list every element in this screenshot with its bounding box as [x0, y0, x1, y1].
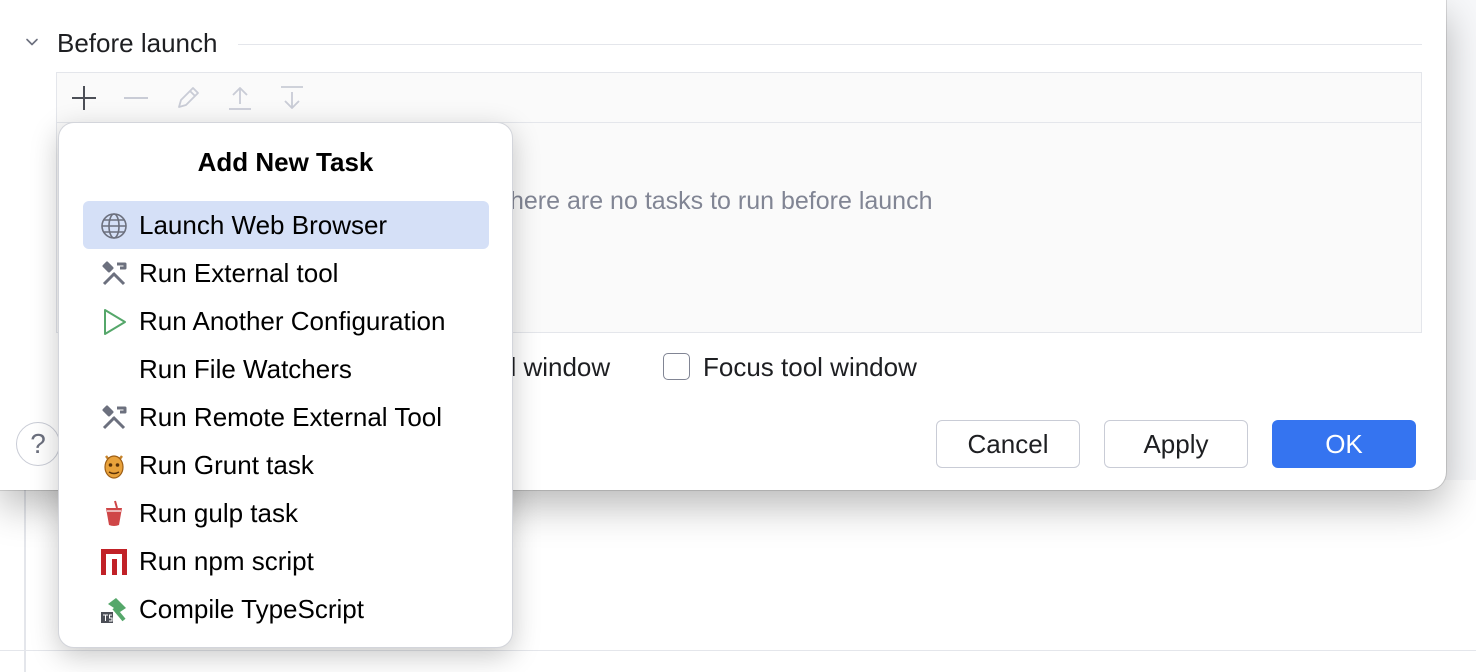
tools-icon — [99, 403, 129, 433]
remove-task-button[interactable] — [121, 83, 151, 113]
empty-tasks-text: here are no tasks to run before launch — [510, 187, 933, 215]
help-icon: ? — [30, 428, 46, 459]
section-divider — [238, 44, 1422, 45]
arrow-up-icon — [229, 87, 251, 110]
menu-item-run-grunt-task[interactable]: Run Grunt task — [83, 441, 489, 489]
arrow-down-icon — [281, 86, 303, 109]
menu-item-label: Launch Web Browser — [139, 210, 388, 240]
menu-item-run-npm-script[interactable]: Run npm script — [83, 537, 489, 585]
menu-item-label: Run gulp task — [139, 498, 298, 528]
typescript-compile-icon — [99, 595, 129, 625]
menu-item-run-external-tool[interactable]: Run External tool — [83, 249, 489, 297]
menu-item-label: Run File Watchers — [139, 354, 352, 384]
grunt-icon — [99, 451, 129, 481]
edit-task-button[interactable] — [173, 83, 203, 113]
move-down-button[interactable] — [277, 83, 307, 113]
focus-tool-window-checkbox[interactable] — [663, 353, 690, 380]
globe-icon — [99, 211, 129, 241]
background-divider — [24, 480, 26, 672]
menu-item-label: Compile TypeScript — [139, 594, 364, 624]
menu-item-label: Run External tool — [139, 258, 339, 288]
run-icon — [99, 307, 129, 337]
npm-icon — [99, 547, 129, 577]
help-button[interactable]: ? — [16, 422, 60, 466]
menu-item-compile-typescript[interactable]: Compile TypeScript — [83, 585, 489, 633]
add-task-button[interactable] — [69, 83, 99, 113]
menu-item-label: Run npm script — [139, 546, 314, 576]
chevron-down-icon[interactable] — [24, 34, 40, 50]
menu-item-launch-web-browser[interactable]: Launch Web Browser — [83, 201, 489, 249]
add-new-task-popup: Add New Task Launch Web Browser Run Exte… — [58, 122, 513, 648]
tools-icon — [99, 259, 129, 289]
plus-icon — [72, 86, 96, 110]
menu-item-run-remote-external-tool[interactable]: Run Remote External Tool — [83, 393, 489, 441]
gulp-icon — [99, 499, 129, 529]
apply-button[interactable]: Apply — [1104, 420, 1248, 468]
menu-item-run-file-watchers[interactable]: Run File Watchers — [83, 345, 489, 393]
pencil-icon — [178, 87, 199, 108]
popup-title: Add New Task — [197, 147, 374, 177]
task-toolbar — [57, 73, 1421, 123]
menu-item-run-gulp-task[interactable]: Run gulp task — [83, 489, 489, 537]
background-divider-bottom — [0, 650, 1476, 651]
show-tool-window-label[interactable]: ol window — [496, 352, 610, 382]
ok-button[interactable]: OK — [1272, 420, 1416, 468]
move-up-button[interactable] — [225, 83, 255, 113]
menu-item-label: Run Another Configuration — [139, 306, 446, 336]
section-title[interactable]: Before launch — [57, 28, 217, 58]
focus-tool-window-label[interactable]: Focus tool window — [703, 352, 917, 382]
menu-item-run-another-configuration[interactable]: Run Another Configuration — [83, 297, 489, 345]
menu-item-label: Run Grunt task — [139, 450, 314, 480]
menu-item-label: Run Remote External Tool — [139, 402, 443, 432]
cancel-button[interactable]: Cancel — [936, 420, 1080, 468]
minus-icon — [124, 97, 148, 99]
